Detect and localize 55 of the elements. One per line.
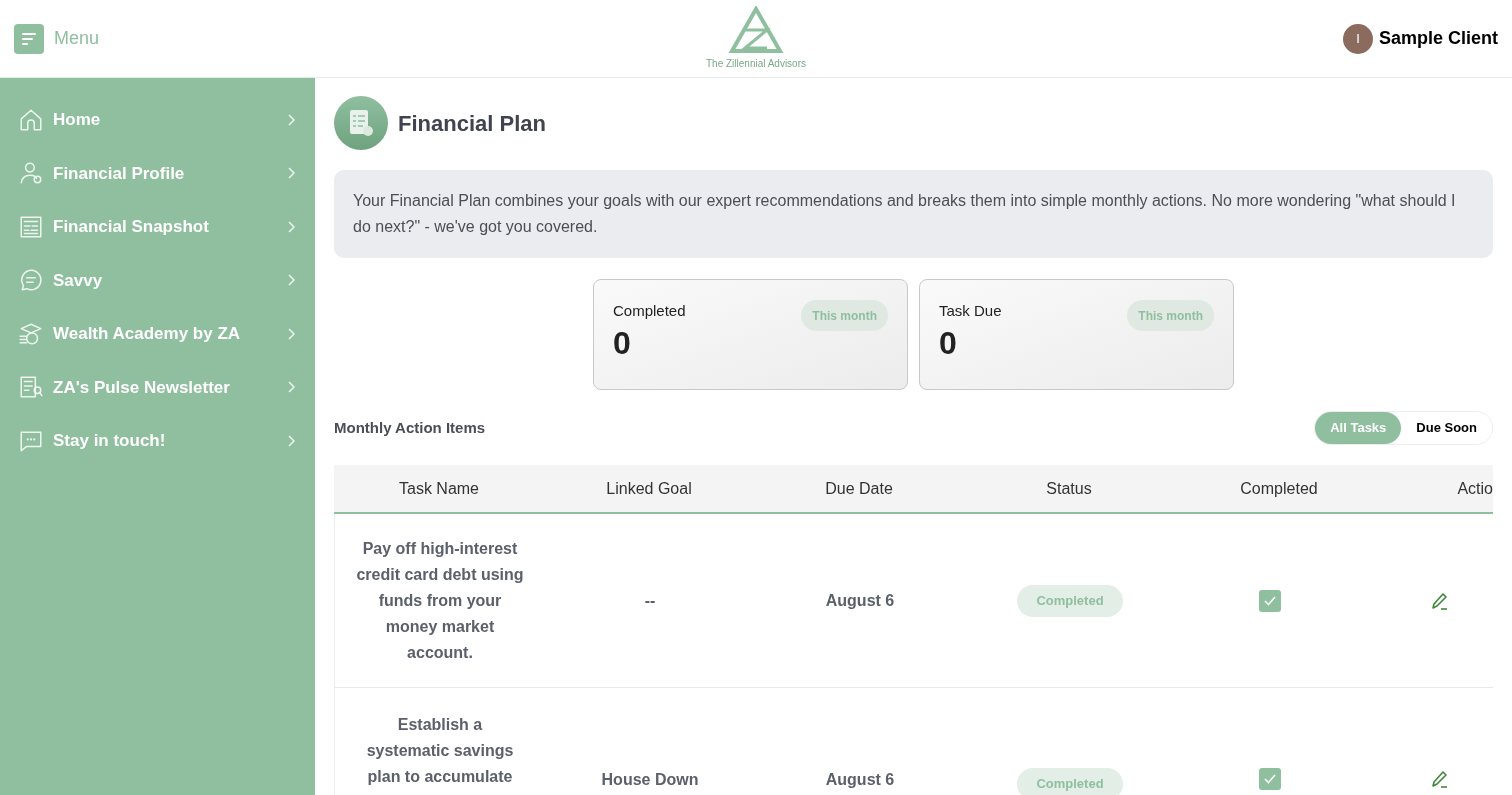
stat-label: Task Due [939,301,1002,321]
sidebar-item[interactable]: Wealth Academy by ZA [0,307,315,361]
checkbox[interactable] [1259,768,1281,790]
stat-value: 0 [939,323,958,363]
column-header: Task Name [399,478,479,499]
logo-icon [728,6,784,54]
chevron-right-icon [287,381,295,394]
chevron-right-icon [287,327,295,340]
column-header: Due Date [825,478,893,499]
table-cell-text: House Down [601,770,699,790]
chevron-right-icon [287,274,295,287]
status-badge: Completed [1017,768,1123,795]
sidebar-item[interactable]: Financial Profile [0,146,315,200]
chevron-right-icon [287,220,295,233]
period-badge: This month [1127,300,1214,331]
sidebar-item[interactable]: Home [0,93,315,147]
intro-text: Your Financial Plan combines your goals with our expert recommendations and breaks them into simple monthly actions. No more wondering "what should I do next?" - we've got you covered. [353,191,1457,237]
chevron-right-icon [287,434,295,447]
user-name[interactable]: Sample Client [1378,25,1498,52]
table-cell-text: Establish a systematic savings plan to accumulate [365,715,515,787]
sidebar-item[interactable]: ZA's Pulse Newsletter [0,360,315,414]
section-title: Monthly Action Items [334,417,486,438]
filter-tab[interactable]: All Tasks [1315,412,1402,444]
stat-label: Completed [613,301,686,321]
checkbox[interactable] [1259,589,1281,612]
check-icon [1264,774,1276,784]
plan-icon [334,96,388,150]
column-header: Actio [1457,478,1493,499]
user-avatar[interactable]: I [1342,23,1373,54]
table-cell-text: August 6 [825,770,895,790]
report-icon [18,213,44,240]
brand-name: The Zillennial Advisors [705,57,806,71]
menu-button[interactable] [14,23,44,54]
stat-value: 0 [613,323,632,363]
column-header: Linked Goal [606,478,692,499]
sidebar-item[interactable]: Stay in touch! [0,414,315,468]
page-title: Financial Plan [398,109,546,138]
chevron-right-icon [287,167,295,180]
column-header: Completed [1240,478,1318,499]
period-badge: This month [801,300,888,331]
column-header: Status [1046,478,1092,499]
chevron-right-icon [287,113,295,126]
sidebar-item[interactable]: Savvy [0,253,315,307]
table-cell-text: -- [644,590,656,611]
table-cell-text: August 6 [825,590,895,611]
pencil-icon [1429,590,1450,611]
chat-icon [18,267,44,294]
table-cell-text: Pay off high-interest credit card debt using funds from your money market account. [355,538,525,663]
check-icon [1264,595,1276,606]
status-badge: Completed [1017,584,1123,617]
sidebar-item[interactable]: Financial Snapshot [0,200,315,254]
menu-label[interactable]: Menu [54,25,100,52]
newspaper-icon [18,374,44,401]
pencil-icon [1429,769,1450,789]
menu-icon [21,31,37,46]
